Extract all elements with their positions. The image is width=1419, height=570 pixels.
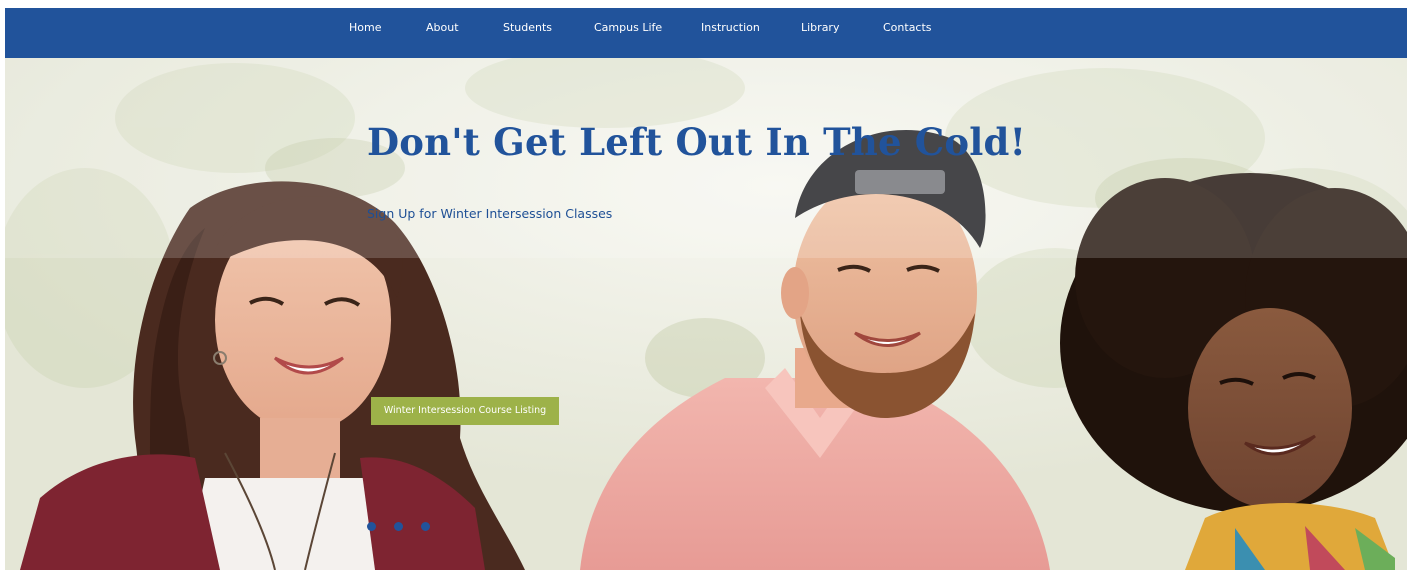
nav-item-campus-life[interactable]: Campus Life — [594, 8, 662, 50]
main-navigation: Home About Students Campus Life Instruct… — [5, 8, 1407, 58]
winter-course-listing-button[interactable]: Winter Intersession Course Listing — [371, 397, 559, 425]
nav-item-students[interactable]: Students — [503, 8, 552, 50]
hero-slider: Don't Get Left Out In The Cold! Sign Up … — [5, 58, 1407, 570]
nav-item-home[interactable]: Home — [349, 8, 381, 50]
slider-dot-1[interactable] — [367, 522, 376, 531]
slider-pagination — [367, 522, 447, 532]
nav-item-instruction[interactable]: Instruction — [701, 8, 760, 50]
nav-item-library[interactable]: Library — [801, 8, 839, 50]
hero-title: Don't Get Left Out In The Cold! — [367, 120, 1027, 164]
page-frame: Home About Students Campus Life Instruct… — [5, 8, 1407, 570]
slider-dot-3[interactable] — [421, 522, 430, 531]
nav-item-contacts[interactable]: Contacts — [883, 8, 932, 50]
hero-subtitle: Sign Up for Winter Intersession Classes — [367, 206, 613, 221]
nav-item-about[interactable]: About — [426, 8, 459, 50]
slider-dot-2[interactable] — [394, 522, 403, 531]
